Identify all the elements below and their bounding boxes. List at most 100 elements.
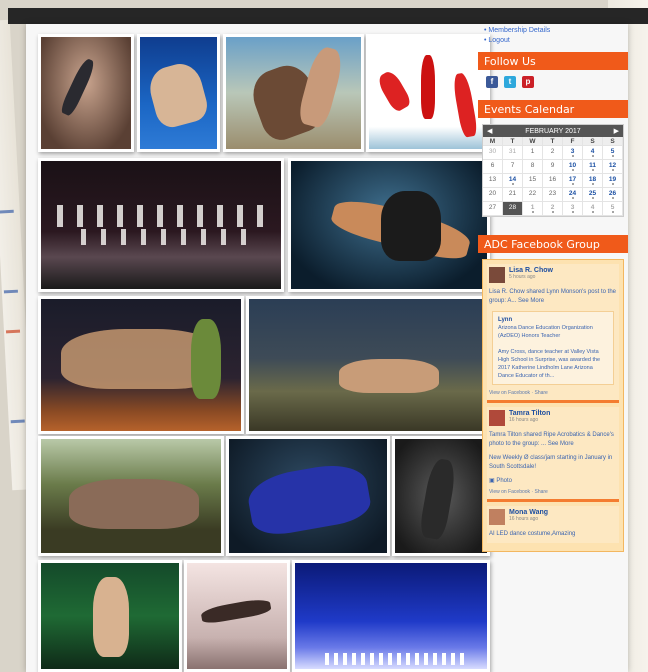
photo-image <box>226 37 361 149</box>
fb-post-time: 5 hours ago <box>509 274 536 280</box>
fb-post-time: 16 hours ago <box>509 417 539 423</box>
gallery-photo[interactable] <box>223 34 364 152</box>
fb-post: Tamra Tilton 16 hours ago Tamra Tilton s… <box>487 407 619 502</box>
day-of-week: W <box>523 137 543 146</box>
calendar-day-event[interactable]: 25 <box>583 188 603 202</box>
calendar-day-event[interactable]: 1 <box>523 202 543 216</box>
calendar-day[interactable]: 22 <box>523 188 543 202</box>
fb-post-photo-label[interactable]: ▣ Photo <box>489 477 617 486</box>
calendar-day[interactable]: 20 <box>483 188 503 202</box>
fb-shared-post[interactable]: Lynn Arizona Dance Education Organizatio… <box>492 311 614 385</box>
calendar-day-event[interactable]: 3 <box>563 202 583 216</box>
gallery-photo[interactable] <box>38 296 244 434</box>
photo-image <box>140 37 217 149</box>
photo-image <box>187 563 287 669</box>
calendar-day[interactable]: 8 <box>523 160 543 174</box>
calendar-day[interactable]: 9 <box>543 160 563 174</box>
calendar-next-button[interactable]: ▶ <box>614 127 619 135</box>
photo-image <box>249 299 487 431</box>
gallery-photo[interactable] <box>226 436 390 556</box>
pinterest-icon[interactable]: p <box>522 76 534 88</box>
calendar-day-event[interactable]: 4 <box>583 202 603 216</box>
fb-post-text: AI LED dance costume,Amazing <box>489 531 576 537</box>
gallery-photo[interactable] <box>38 158 284 292</box>
calendar-day[interactable]: 6 <box>483 160 503 174</box>
gallery-photo[interactable] <box>366 34 490 152</box>
fb-shared-subtitle: Arizona Dance Education Organization (Az… <box>498 325 593 339</box>
top-navigation-bar <box>8 8 648 24</box>
fb-group-feed: Lisa R. Chow 5 hours ago Lisa R. Chow sh… <box>482 259 624 552</box>
events-calendar: ◀ FEBRUARY 2017 ▶ M T W T F S S 30 31 1 … <box>482 124 624 217</box>
photo-image <box>41 299 241 431</box>
twitter-icon[interactable]: t <box>504 76 516 88</box>
fb-post-author[interactable]: Lisa R. Chow <box>509 267 553 274</box>
calendar-day[interactable]: 23 <box>543 188 563 202</box>
photo-image <box>41 563 179 669</box>
fb-shared-body: Amy Cross, dance teacher at Valley Vista… <box>498 349 601 379</box>
calendar-day-event[interactable]: 4 <box>583 146 603 160</box>
gallery-photo[interactable] <box>38 436 224 556</box>
sidebar: • Membership Details • Logout Follow Us … <box>478 24 628 552</box>
calendar-header: ◀ FEBRUARY 2017 ▶ <box>483 125 623 137</box>
avatar[interactable] <box>489 267 505 283</box>
calendar-day-event[interactable]: 10 <box>563 160 583 174</box>
gallery-photo[interactable] <box>184 560 290 672</box>
fb-post-text: Lisa R. Chow shared Lynn Monson's post t… <box>489 289 616 304</box>
fb-post-footer[interactable]: View on Facebook · Share <box>489 390 617 396</box>
photo-image <box>395 439 487 553</box>
calendar-day-event[interactable]: 2 <box>543 202 563 216</box>
calendar-day-event[interactable]: 11 <box>583 160 603 174</box>
gallery-photo[interactable] <box>137 34 220 152</box>
calendar-day-today[interactable]: 28 <box>503 202 523 216</box>
facebook-icon[interactable]: f <box>486 76 498 88</box>
social-links: f t p <box>478 70 628 94</box>
calendar-day-event[interactable]: 18 <box>583 174 603 188</box>
photo-image <box>369 37 487 149</box>
account-links: • Membership Details • Logout <box>478 24 628 46</box>
calendar-prev-button[interactable]: ◀ <box>487 127 492 135</box>
gallery-photo[interactable] <box>246 296 490 434</box>
calendar-day-event[interactable]: 3 <box>563 146 583 160</box>
gallery-photo[interactable] <box>38 34 134 152</box>
calendar-day[interactable]: 31 <box>503 146 523 160</box>
fb-post-text: Tamra Tilton shared Ripe Acrobatics & Da… <box>489 432 614 447</box>
calendar-day[interactable]: 30 <box>483 146 503 160</box>
day-of-week: F <box>563 137 583 146</box>
photo-image <box>295 563 487 669</box>
fb-post-author[interactable]: Tamra Tilton <box>509 410 550 417</box>
gallery-photo[interactable] <box>392 436 490 556</box>
calendar-day[interactable]: 7 <box>503 160 523 174</box>
calendar-day-event[interactable]: 17 <box>563 174 583 188</box>
calendar-day-event[interactable]: 24 <box>563 188 583 202</box>
gallery-photo[interactable] <box>292 560 490 672</box>
calendar-day-event[interactable]: 12 <box>603 160 623 174</box>
gallery-photo[interactable] <box>38 560 182 672</box>
calendar-day-event[interactable]: 5 <box>603 202 623 216</box>
calendar-day[interactable]: 1 <box>523 146 543 160</box>
calendar-day-event[interactable]: 19 <box>603 174 623 188</box>
fb-post-author[interactable]: Mona Wang <box>509 509 548 516</box>
calendar-day[interactable]: 16 <box>543 174 563 188</box>
calendar-day[interactable]: 21 <box>503 188 523 202</box>
logout-link[interactable]: • Logout <box>484 36 628 46</box>
fb-post: Lisa R. Chow 5 hours ago Lisa R. Chow sh… <box>487 264 619 403</box>
avatar[interactable] <box>489 410 505 426</box>
photo-image <box>41 439 221 553</box>
calendar-day-event[interactable]: 26 <box>603 188 623 202</box>
photo-image <box>291 161 487 289</box>
fb-post-footer[interactable]: View on Facebook · Share <box>489 489 617 495</box>
calendar-day-event[interactable]: 5 <box>603 146 623 160</box>
calendar-day[interactable]: 2 <box>543 146 563 160</box>
fb-post: Mona Wang 16 hours ago AI LED dance cost… <box>487 506 619 543</box>
calendar-month-label: FEBRUARY 2017 <box>525 127 581 135</box>
calendar-day[interactable]: 13 <box>483 174 503 188</box>
calendar-day[interactable]: 27 <box>483 202 503 216</box>
day-of-week: S <box>603 137 623 146</box>
fb-post-time: 16 hours ago <box>509 516 539 522</box>
gallery-photo[interactable] <box>288 158 490 292</box>
avatar[interactable] <box>489 509 505 525</box>
day-of-week: M <box>483 137 503 146</box>
membership-details-link[interactable]: • Membership Details <box>484 26 628 36</box>
calendar-day-event[interactable]: 14 <box>503 174 523 188</box>
calendar-day[interactable]: 15 <box>523 174 543 188</box>
